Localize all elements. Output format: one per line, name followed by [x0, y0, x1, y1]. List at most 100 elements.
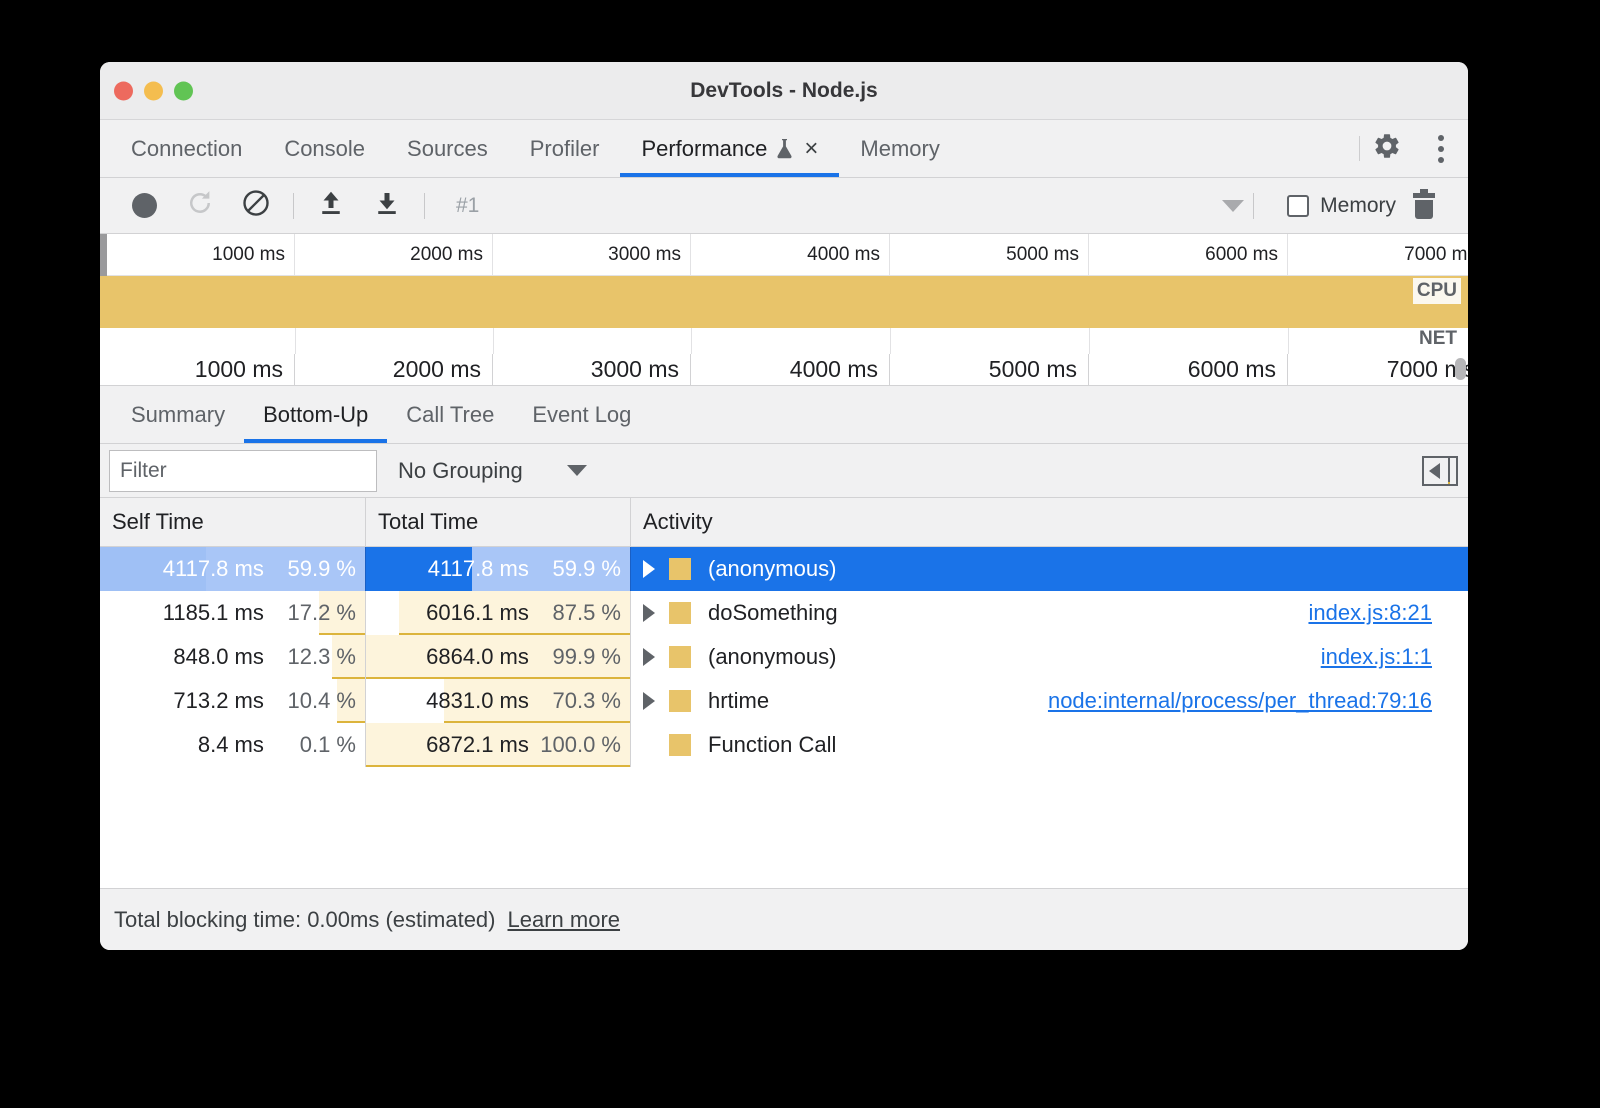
tab-event-log-label: Event Log [532, 402, 631, 428]
cpu-usage-band [100, 276, 1468, 328]
trash-icon [1413, 193, 1435, 219]
save-profile-button[interactable] [359, 178, 415, 233]
overview-ruler-top: 1000 ms 2000 ms 3000 ms 4000 ms 5000 ms … [100, 234, 1468, 276]
tab-connection[interactable]: Connection [110, 120, 263, 177]
self-time-text: 4117.8 ms 59.9 % [163, 556, 365, 582]
net-band [100, 328, 1468, 355]
grouping-select-value: No Grouping [398, 458, 523, 484]
settings-button[interactable] [1360, 120, 1414, 177]
grouping-select[interactable]: No Grouping [398, 458, 587, 484]
close-window-button[interactable] [114, 81, 133, 100]
expand-triangle-icon [643, 736, 655, 754]
self-time-text: 713.2 ms 10.4 % [173, 688, 365, 714]
title-bar: DevTools - Node.js [100, 62, 1468, 120]
grid-header: Self Time Total Time Activity [100, 498, 1468, 547]
clear-button[interactable] [228, 178, 284, 233]
overview-window-left-handle[interactable] [100, 234, 107, 276]
ruler-tick: 6000 ms [1089, 354, 1288, 385]
cell-self-time: 1185.1 ms 17.2 % [100, 591, 366, 635]
total-time-pct: 59.9 % [535, 556, 621, 582]
upload-icon [316, 188, 346, 223]
source-link[interactable]: index.js:8:21 [1308, 600, 1432, 626]
timeline-overview[interactable]: 1000 ms 2000 ms 3000 ms 4000 ms 5000 ms … [100, 234, 1468, 386]
source-link[interactable]: index.js:1:1 [1321, 644, 1432, 670]
main-tab-bar: Connection Console Sources Profiler Perf… [100, 120, 1468, 178]
ruler-tick: 6000 ms [1089, 234, 1288, 275]
table-row[interactable]: 8.4 ms 0.1 % 6872.1 ms 100.0 % Function … [100, 723, 1468, 767]
filter-bar: No Grouping [100, 444, 1468, 498]
ruler-tick: 2000 ms [295, 234, 493, 275]
cell-activity: (anonymous) index.js:1:1 [631, 635, 1468, 679]
tab-performance-label: Performance [641, 136, 767, 162]
ruler-tick: 2000 ms [295, 354, 493, 385]
self-time-text: 1185.1 ms 17.2 % [163, 600, 365, 626]
cell-activity: doSomething index.js:8:21 [631, 591, 1468, 635]
expand-triangle-icon[interactable] [643, 648, 655, 666]
minimize-window-button[interactable] [144, 81, 163, 100]
tab-sources[interactable]: Sources [386, 120, 509, 177]
reload-and-record-button[interactable] [172, 178, 228, 233]
ruler-tick: 1000 ms [100, 234, 295, 275]
total-time-pct: 100.0 % [535, 732, 621, 758]
tab-memory[interactable]: Memory [839, 120, 960, 177]
delete-recording-button[interactable] [1396, 178, 1452, 233]
memory-checkbox[interactable]: Memory [1287, 194, 1396, 218]
tab-close-icon[interactable]: × [804, 137, 818, 161]
tab-event-log[interactable]: Event Log [513, 386, 650, 443]
ruler-tick: 1000 ms [100, 354, 295, 385]
column-header-activity[interactable]: Activity [631, 498, 1468, 546]
toggle-sidebar-button[interactable] [1422, 456, 1458, 486]
overview-ruler-bottom: 1000 ms 2000 ms 3000 ms 4000 ms 5000 ms … [100, 354, 1468, 385]
table-row[interactable]: 1185.1 ms 17.2 % 6016.1 ms 87.5 % doSome… [100, 591, 1468, 635]
tab-console[interactable]: Console [263, 120, 386, 177]
column-header-self-time[interactable]: Self Time [100, 498, 366, 546]
tab-summary[interactable]: Summary [112, 386, 244, 443]
total-time-ms: 6016.1 ms [426, 600, 529, 626]
expand-triangle-icon[interactable] [643, 692, 655, 710]
download-icon [372, 188, 402, 223]
source-link[interactable]: node:internal/process/per_thread:79:16 [1048, 688, 1432, 714]
expand-triangle-icon[interactable] [643, 604, 655, 622]
activity-color-swatch [669, 602, 691, 624]
memory-checkbox-label: Memory [1320, 194, 1396, 218]
activity-name: hrtime [708, 688, 769, 714]
recording-selector-chevron-down-icon[interactable] [1222, 200, 1244, 212]
self-time-pct: 0.1 % [270, 732, 356, 758]
filter-input[interactable] [109, 450, 377, 492]
cell-total-time: 6872.1 ms 100.0 % [366, 723, 631, 767]
record-button[interactable] [116, 178, 172, 233]
ruler-tick: 4000 ms [691, 354, 890, 385]
activity-name: (anonymous) [708, 556, 836, 582]
bottom-up-tree: Self Time Total Time Activity 4117.8 ms … [100, 498, 1468, 888]
learn-more-link[interactable]: Learn more [508, 907, 621, 933]
self-time-ms: 713.2 ms [173, 688, 264, 714]
load-profile-button[interactable] [303, 178, 359, 233]
cell-activity: hrtime node:internal/process/per_thread:… [631, 679, 1468, 723]
recording-selector-value[interactable]: #1 [456, 194, 479, 218]
zoom-window-button[interactable] [174, 81, 193, 100]
total-time-text: 4831.0 ms 70.3 % [426, 688, 630, 714]
cell-activity: Function Call [631, 723, 1468, 767]
tab-performance[interactable]: Performance × [620, 120, 839, 177]
expand-triangle-icon[interactable] [643, 560, 655, 578]
self-time-pct: 12.3 % [270, 644, 356, 670]
grid-body: 4117.8 ms 59.9 % 4117.8 ms 59.9 % (anony… [100, 547, 1468, 888]
devtools-window: DevTools - Node.js Connection Console So… [100, 62, 1468, 950]
total-time-ms: 6864.0 ms [426, 644, 529, 670]
self-time-ms: 8.4 ms [198, 732, 264, 758]
tab-call-tree[interactable]: Call Tree [387, 386, 513, 443]
column-header-total-time[interactable]: Total Time [366, 498, 631, 546]
self-time-pct: 59.9 % [270, 556, 356, 582]
activity-name: doSomething [708, 600, 838, 626]
cell-activity: (anonymous) [631, 547, 1468, 591]
overview-scrollbar-thumb[interactable] [1455, 358, 1466, 380]
total-time-ms: 6872.1 ms [426, 732, 529, 758]
status-bar: Total blocking time: 0.00ms (estimated) … [100, 888, 1468, 950]
table-row[interactable]: 4117.8 ms 59.9 % 4117.8 ms 59.9 % (anony… [100, 547, 1468, 591]
table-row[interactable]: 848.0 ms 12.3 % 6864.0 ms 99.9 % (anonym… [100, 635, 1468, 679]
tab-profiler[interactable]: Profiler [509, 120, 621, 177]
tab-bottom-up[interactable]: Bottom-Up [244, 386, 387, 443]
cell-self-time: 4117.8 ms 59.9 % [100, 547, 366, 591]
table-row[interactable]: 713.2 ms 10.4 % 4831.0 ms 70.3 % hrtime … [100, 679, 1468, 723]
more-options-button[interactable] [1414, 120, 1468, 177]
